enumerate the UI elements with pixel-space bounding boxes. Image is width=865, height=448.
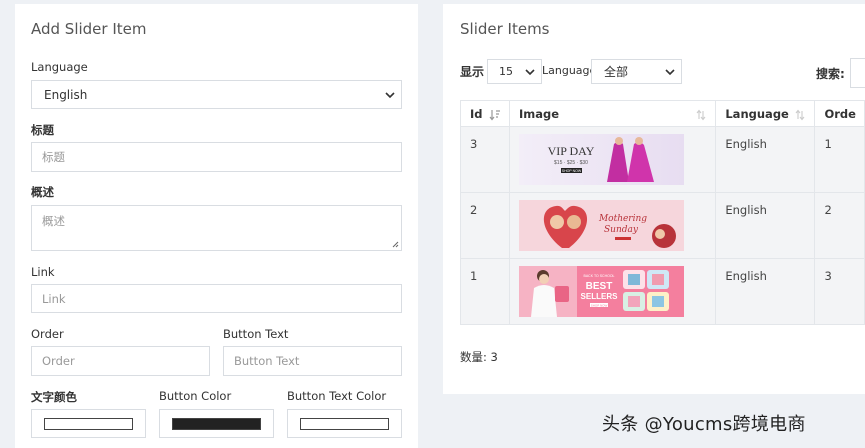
mothering-text: Mothering xyxy=(598,214,647,224)
sunday-text: Sunday xyxy=(604,225,639,235)
table-row[interactable]: 1 BACK TO SCHOOL BEST SELLERS SHOP NOW E… xyxy=(459,258,865,325)
cell-order: 3 xyxy=(814,258,865,325)
description-placeholder: 概述 xyxy=(42,214,65,228)
cell-image: Mothering Sunday xyxy=(509,192,717,259)
column-id-label: Id xyxy=(470,107,483,121)
language-filter-value: 全部 xyxy=(604,65,629,79)
column-header-image[interactable]: Image xyxy=(509,100,717,127)
best-sellers-banner-image[interactable]: BACK TO SCHOOL BEST SELLERS SHOP NOW xyxy=(519,266,685,317)
text-color-swatch xyxy=(44,417,133,430)
cell-id: 1 xyxy=(459,258,511,325)
cell-language: English xyxy=(715,258,816,325)
slider-items-table: Id Image Language Orde 3 VIP DAY $15 · $… xyxy=(459,100,865,325)
cell-image: VIP DAY $15 · $25 · $30 SHOP NOW xyxy=(509,126,717,193)
sort-icon[interactable] xyxy=(794,109,806,121)
text-color-label: 文字颜色 xyxy=(31,390,77,404)
best-text: BEST xyxy=(586,281,613,292)
text-color-picker[interactable] xyxy=(31,409,146,438)
vip-button-text: SHOP NOW xyxy=(562,169,582,173)
language-label: Language xyxy=(31,60,88,74)
sort-desc-icon[interactable] xyxy=(489,109,501,121)
language-filter-label: Language xyxy=(542,64,597,77)
language-filter-select[interactable]: 全部 xyxy=(591,59,682,84)
button-text-color-swatch xyxy=(300,417,389,430)
cell-image: BACK TO SCHOOL BEST SELLERS SHOP NOW xyxy=(509,258,717,325)
chevron-down-icon xyxy=(665,68,675,75)
chevron-down-icon xyxy=(385,91,395,98)
search-label: 搜索: xyxy=(816,67,845,81)
cell-language: English xyxy=(715,192,816,259)
link-label: Link xyxy=(31,265,55,279)
button-color-picker[interactable] xyxy=(159,409,274,438)
vip-day-banner-image[interactable]: VIP DAY $15 · $25 · $30 SHOP NOW xyxy=(519,134,685,185)
best-button-text: SHOP NOW xyxy=(591,303,608,307)
button-color-label: Button Color xyxy=(159,389,232,403)
best-small-text: BACK TO SCHOOL xyxy=(584,274,615,278)
watermark-text: 头条 @Youcms跨境电商 xyxy=(602,414,806,435)
button-text-label: Button Text xyxy=(223,327,289,341)
button-text-input[interactable]: Button Text xyxy=(223,346,402,376)
chevron-down-icon xyxy=(525,68,535,75)
button-color-swatch xyxy=(172,417,261,430)
table-row[interactable]: 2 Mothering Sunday English 2 xyxy=(459,192,865,259)
column-order-label: Orde xyxy=(824,107,856,121)
search-input[interactable] xyxy=(850,58,865,88)
vip-title-text: VIP DAY xyxy=(548,144,595,158)
description-label: 概述 xyxy=(31,185,54,199)
row-count: 数量: 3 xyxy=(460,350,498,364)
column-header-order[interactable]: Orde xyxy=(814,100,865,127)
show-label: 显示 xyxy=(460,65,485,79)
language-select[interactable]: English xyxy=(31,80,402,109)
column-header-language[interactable]: Language xyxy=(715,100,816,127)
cell-order: 1 xyxy=(814,126,865,193)
column-image-label: Image xyxy=(519,107,560,121)
button-text-color-label: Button Text Color xyxy=(287,389,387,403)
slider-items-title: Slider Items xyxy=(460,20,550,38)
link-input[interactable]: Link xyxy=(31,284,402,313)
sellers-text: SELLERS xyxy=(581,292,619,301)
add-slider-title: Add Slider Item xyxy=(31,20,147,38)
sort-icon[interactable] xyxy=(695,109,707,121)
cell-id: 3 xyxy=(459,126,511,193)
description-textarea[interactable]: 概述 xyxy=(31,205,402,251)
resize-handle-icon[interactable] xyxy=(392,241,399,248)
order-label: Order xyxy=(31,327,64,341)
cell-language: English xyxy=(715,126,816,193)
table-row[interactable]: 3 VIP DAY $15 · $25 · $30 SHOP NOW Engli… xyxy=(459,126,865,193)
button-text-color-picker[interactable] xyxy=(287,409,402,438)
cell-id: 2 xyxy=(459,192,511,259)
mothering-sunday-banner-image[interactable]: Mothering Sunday xyxy=(519,200,685,251)
column-header-id[interactable]: Id xyxy=(459,100,511,127)
table-header-row: Id Image Language Orde xyxy=(459,100,865,127)
page-size-select[interactable]: 15 xyxy=(487,59,542,84)
page-size-value: 15 xyxy=(499,65,513,78)
cell-order: 2 xyxy=(814,192,865,259)
title-input[interactable]: 标题 xyxy=(31,142,402,172)
order-input[interactable]: Order xyxy=(31,346,210,376)
column-language-label: Language xyxy=(725,107,789,121)
title-label: 标题 xyxy=(31,123,54,137)
vip-offers-text: $15 · $25 · $30 xyxy=(554,160,588,166)
language-select-value: English xyxy=(44,87,88,102)
